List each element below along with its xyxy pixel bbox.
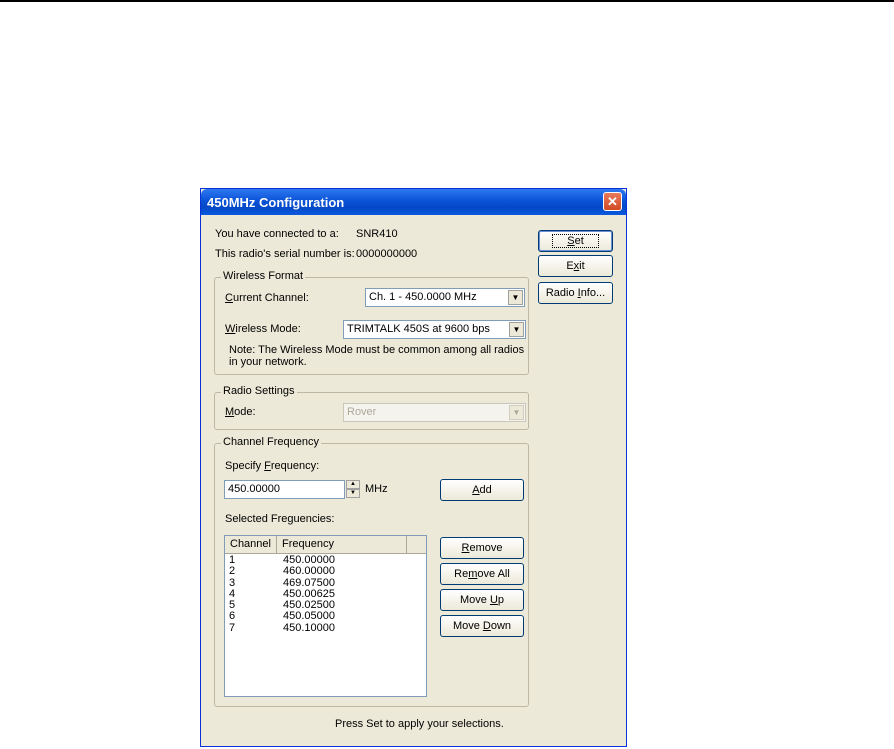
frequency-spinner[interactable]: ▲ ▼ [346,480,360,499]
wireless-mode-label-post: ireless Mode: [235,323,301,335]
list-row[interactable]: 2 460.00000 [225,566,426,577]
frequency-unit: MHz [365,483,388,495]
wireless-format-title: Wireless Format [221,270,306,282]
config-dialog: 450MHz Configuration ✕ You have connecte… [200,188,627,747]
spin-up-icon[interactable]: ▲ [346,480,360,489]
add-label-key: A [472,484,480,496]
move-up-label-pre: Move [459,594,490,606]
row-channel: 6 [229,610,236,623]
set-label-key: S [567,235,575,247]
connected-label: You have connected to a: [215,228,339,240]
spin-down-icon[interactable]: ▼ [346,489,360,498]
exit-label-pre: E [566,260,574,272]
set-label-post: et [574,235,584,247]
exit-label-post: it [579,260,585,272]
move-down-label-post: own [490,620,512,632]
move-down-label-key: D [482,620,491,632]
page-top-rule [0,0,894,2]
wireless-note-line2: in your network. [229,356,307,368]
move-up-button[interactable]: Move Up [440,589,524,611]
serial-value: 0000000000 [356,248,418,260]
radio-info-label-post: nfo... [580,287,606,299]
radio-mode-label: Mode: [225,406,256,418]
remove-all-button[interactable]: Remove All [440,563,524,585]
specify-frequency-label-pre: Specify [225,460,265,472]
move-down-label-pre: Move [452,620,483,632]
frequency-input-value: 450.00000 [228,483,280,495]
chevron-down-icon[interactable]: ▼ [509,322,524,337]
frequency-input[interactable]: 450.00000 [224,480,345,499]
remove-label-post: emove [469,542,503,554]
row-channel: 3 [229,576,236,589]
remove-all-label-pre: Re [454,568,469,580]
radio-mode-label-post: ode: [234,406,256,418]
row-frequency: 450.10000 [283,621,335,634]
move-down-button[interactable]: Move Down [440,615,524,637]
radio-mode-value: Rover [347,406,377,418]
move-up-label-post: p [497,594,505,606]
specify-frequency-label-key: F [264,460,271,472]
footer-hint: Press Set to apply your selections. [335,718,504,730]
exit-button[interactable]: Exit [538,255,613,277]
serial-label: This radio's serial number is: [215,248,355,260]
current-channel-value: Ch. 1 - 450.0000 MHz [369,291,477,303]
specify-frequency-label-post: requency: [270,460,320,472]
wireless-note-line1: Note: The Wireless Mode must be common a… [229,344,525,356]
title-bar[interactable]: 450MHz Configuration ✕ [201,189,626,215]
set-button[interactable]: Set [538,230,613,252]
list-header: Channel Frequency [225,536,426,554]
channel-frequency-group: Channel Frequency Specify Frequency: 450… [214,436,529,707]
window-title: 450MHz Configuration [207,195,345,210]
radio-info-button[interactable]: Radio Info... [538,282,613,304]
current-channel-label: Current Channel: [225,292,309,304]
column-header-channel[interactable]: Channel [225,536,277,553]
row-frequency: 469.07500 [283,576,335,589]
radio-mode-select: Rover ▼ [343,403,526,422]
wireless-mode-select[interactable]: TRIMTALK 450S at 9600 bps ▼ [343,320,526,339]
radio-info-label-pre: Radio [545,287,578,299]
list-rows: 1 450.00000 2 460.00000 3 469.07500 4 450.00… [225,555,426,634]
selected-frequencies-label: Selected Freguencies: [225,513,335,525]
specify-frequency-label: Specify Frequency: [225,460,319,472]
wireless-mode-label: Wireless Mode: [225,323,301,335]
wireless-mode-label-key: W [225,323,236,335]
current-channel-label-post: urrent Channel: [232,292,309,304]
wireless-format-group: Wireless Format Current Channel: Ch. 1 -… [214,270,529,375]
radio-mode-label-key: M [225,406,235,418]
chevron-down-icon: ▼ [509,405,524,420]
column-header-frequency[interactable]: Frequency [277,536,407,553]
radio-settings-group: Radio Settings Mode: Rover ▼ [214,385,529,430]
move-up-label-key: U [489,594,498,606]
row-channel: 7 [229,621,236,634]
connected-value: SNR410 [356,228,398,240]
close-icon[interactable]: ✕ [603,192,622,211]
list-row[interactable]: 7 450.10000 [225,621,426,634]
row-frequency: 460.00000 [283,565,335,578]
wireless-mode-value: TRIMTALK 450S at 9600 bps [347,323,490,335]
current-channel-select[interactable]: Ch. 1 - 450.0000 MHz ▼ [365,288,525,307]
current-channel-label-key: C [225,292,233,304]
frequency-list[interactable]: Channel Frequency 1 450.00000 2 460.00000 … [224,535,427,697]
channel-frequency-title: Channel Frequency [221,436,322,448]
remove-all-label-post: ove All [477,568,510,580]
add-button[interactable]: Add [440,479,524,501]
radio-settings-title: Radio Settings [221,385,297,397]
row-frequency: 450.05000 [283,610,335,623]
remove-button[interactable]: Remove [440,537,524,559]
add-label-post: dd [479,484,492,496]
row-channel: 2 [229,565,236,578]
chevron-down-icon[interactable]: ▼ [508,290,523,305]
